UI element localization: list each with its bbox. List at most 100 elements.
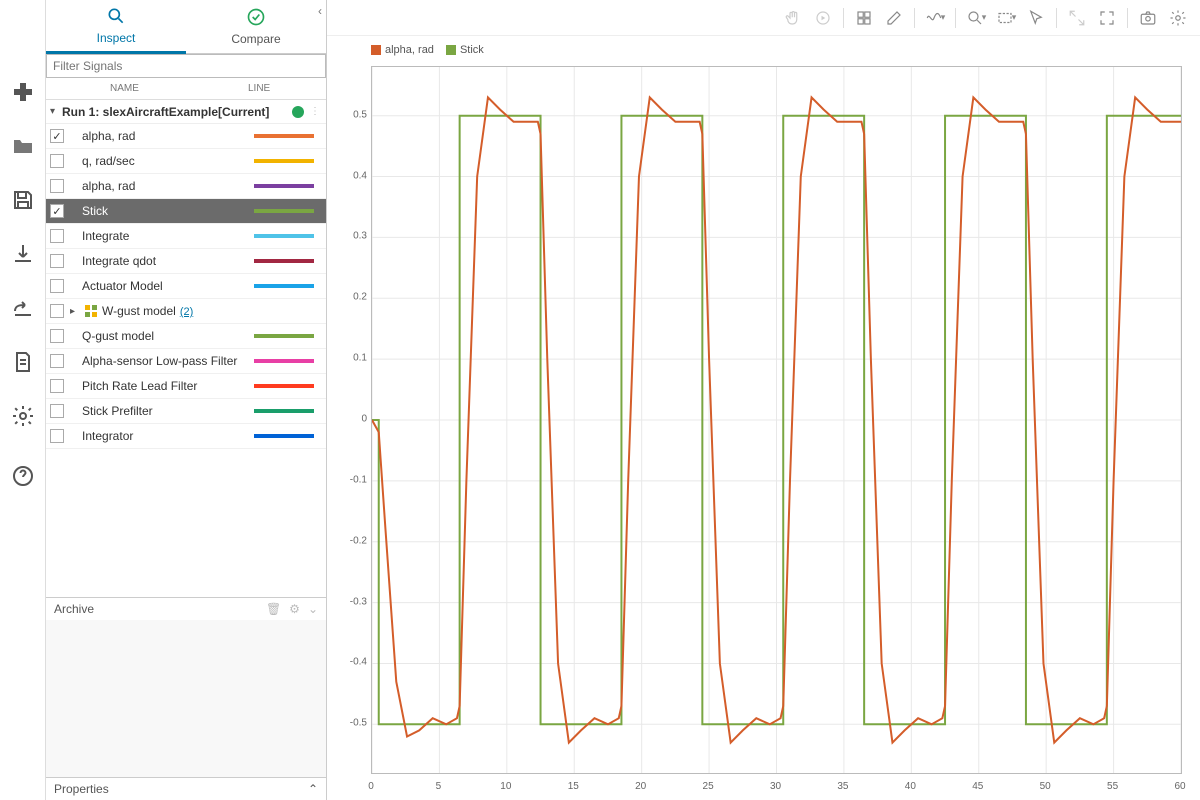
line-swatch[interactable] bbox=[254, 409, 314, 413]
signal-checkbox[interactable] bbox=[50, 304, 64, 318]
signal-row[interactable]: Stick Prefilter bbox=[46, 399, 326, 424]
signal-checkbox[interactable] bbox=[50, 204, 64, 218]
y-tick-label: -0.4 bbox=[327, 657, 367, 668]
line-swatch[interactable] bbox=[254, 434, 314, 438]
signal-row[interactable]: Stick bbox=[46, 199, 326, 224]
signal-row[interactable]: Q-gust model bbox=[46, 324, 326, 349]
signal-name: Stick Prefilter bbox=[82, 404, 254, 418]
signal-name: Alpha-sensor Low-pass Filter bbox=[82, 354, 254, 368]
group-count[interactable]: (2) bbox=[180, 306, 193, 318]
archive-header[interactable]: Archive 🗑 ⚙ ⌄ bbox=[46, 598, 326, 620]
signal-row[interactable]: Integrate qdot bbox=[46, 249, 326, 274]
gear-icon[interactable] bbox=[9, 402, 37, 430]
report-icon[interactable] bbox=[9, 348, 37, 376]
signal-checkbox[interactable] bbox=[50, 404, 64, 418]
folder-icon[interactable] bbox=[9, 132, 37, 160]
save-icon[interactable] bbox=[9, 186, 37, 214]
signal-row[interactable]: Alpha-sensor Low-pass Filter bbox=[46, 349, 326, 374]
run-more-icon[interactable]: ⋮ bbox=[310, 110, 320, 113]
line-swatch[interactable] bbox=[254, 159, 314, 163]
new-icon[interactable] bbox=[9, 78, 37, 106]
icon-rail bbox=[0, 0, 46, 800]
signal-name: alpha, rad bbox=[82, 179, 254, 193]
signal-name: Integrator bbox=[82, 429, 254, 443]
signal-checkbox[interactable] bbox=[50, 279, 64, 293]
help-icon[interactable] bbox=[9, 462, 37, 490]
signal-row[interactable]: Actuator Model bbox=[46, 274, 326, 299]
x-tick-label: 55 bbox=[1107, 781, 1118, 792]
signal-row[interactable]: Pitch Rate Lead Filter bbox=[46, 374, 326, 399]
legend-item: Stick bbox=[446, 44, 484, 56]
fullscreen-icon[interactable] bbox=[1093, 4, 1121, 32]
chevron-up-icon[interactable]: ⌃ bbox=[308, 782, 318, 796]
signal-row[interactable]: alpha, rad bbox=[46, 124, 326, 149]
column-header: NAME LINE bbox=[46, 78, 326, 100]
signal-row[interactable]: ▸W-gust model(2) bbox=[46, 299, 326, 324]
signal-checkbox[interactable] bbox=[50, 254, 64, 268]
line-swatch[interactable] bbox=[254, 209, 314, 213]
col-line-label[interactable]: LINE bbox=[248, 83, 326, 94]
signal-row[interactable]: q, rad/sec bbox=[46, 149, 326, 174]
col-name-label[interactable]: NAME bbox=[110, 83, 248, 94]
line-swatch[interactable] bbox=[254, 284, 314, 288]
signal-type-icon[interactable]: ▾ bbox=[921, 4, 949, 32]
line-swatch[interactable] bbox=[254, 234, 314, 238]
x-tick-label: 50 bbox=[1040, 781, 1051, 792]
y-tick-label: -0.1 bbox=[327, 474, 367, 485]
sidebar-panel: ‹ Inspect Compare NAME LINE ▾ Run 1: sle… bbox=[46, 0, 327, 800]
x-tick-label: 10 bbox=[500, 781, 511, 792]
import-icon[interactable] bbox=[9, 240, 37, 268]
signal-checkbox[interactable] bbox=[50, 179, 64, 193]
tab-inspect[interactable]: Inspect bbox=[46, 0, 186, 54]
line-swatch[interactable] bbox=[254, 384, 314, 388]
export-icon[interactable] bbox=[9, 294, 37, 322]
line-swatch[interactable] bbox=[254, 259, 314, 263]
expand-icon[interactable]: ▸ bbox=[70, 306, 82, 317]
filter-row bbox=[46, 54, 326, 78]
trash-icon[interactable]: 🗑 bbox=[266, 602, 281, 616]
chevron-down-icon[interactable]: ▾ bbox=[50, 106, 62, 117]
archive-gear-icon[interactable]: ⚙ bbox=[289, 602, 300, 616]
signal-checkbox[interactable] bbox=[50, 154, 64, 168]
signal-checkbox[interactable] bbox=[50, 379, 64, 393]
snapshot-icon[interactable] bbox=[1134, 4, 1162, 32]
properties-header[interactable]: Properties ⌃ bbox=[46, 778, 326, 800]
signal-checkbox[interactable] bbox=[50, 129, 64, 143]
signal-tree: ▾ Run 1: slexAircraftExample[Current] ⋮ … bbox=[46, 100, 326, 597]
tab-compare-label: Compare bbox=[231, 32, 280, 46]
panel-collapse-icon[interactable]: ‹ bbox=[313, 4, 327, 18]
fit-icon[interactable]: ▾ bbox=[992, 4, 1020, 32]
line-swatch[interactable] bbox=[254, 134, 314, 138]
signal-row[interactable]: alpha, rad bbox=[46, 174, 326, 199]
signal-checkbox[interactable] bbox=[50, 354, 64, 368]
expand-in-icon bbox=[1063, 4, 1091, 32]
signal-row[interactable]: Integrator bbox=[46, 424, 326, 449]
legend-swatch bbox=[371, 45, 381, 55]
cursor-icon[interactable] bbox=[1022, 4, 1050, 32]
line-swatch[interactable] bbox=[254, 359, 314, 363]
zoom-icon[interactable]: ▾ bbox=[962, 4, 990, 32]
line-swatch[interactable] bbox=[254, 334, 314, 338]
replay-icon bbox=[809, 4, 837, 32]
signal-checkbox[interactable] bbox=[50, 429, 64, 443]
y-tick-label: 0.4 bbox=[327, 170, 367, 181]
signal-checkbox[interactable] bbox=[50, 229, 64, 243]
plot-gear-icon[interactable] bbox=[1164, 4, 1192, 32]
signal-checkbox[interactable] bbox=[50, 329, 64, 343]
x-tick-label: 40 bbox=[905, 781, 916, 792]
layout-grid-icon[interactable] bbox=[850, 4, 878, 32]
clear-icon[interactable] bbox=[880, 4, 908, 32]
x-tick-label: 60 bbox=[1174, 781, 1185, 792]
run-row[interactable]: ▾ Run 1: slexAircraftExample[Current] ⋮ bbox=[46, 100, 326, 124]
x-tick-label: 0 bbox=[368, 781, 374, 792]
legend-swatch bbox=[446, 45, 456, 55]
filter-input[interactable] bbox=[46, 54, 326, 78]
group-icon bbox=[82, 304, 100, 318]
archive-label: Archive bbox=[54, 602, 94, 616]
chevron-down-icon[interactable]: ⌄ bbox=[308, 602, 318, 616]
y-tick-label: 0.1 bbox=[327, 353, 367, 364]
signal-row[interactable]: Integrate bbox=[46, 224, 326, 249]
line-swatch[interactable] bbox=[254, 184, 314, 188]
tab-compare[interactable]: Compare bbox=[186, 0, 326, 54]
plot-canvas[interactable]: alpha, radStick -0.5-0.4-0.3-0.2-0.100.1… bbox=[327, 36, 1200, 800]
